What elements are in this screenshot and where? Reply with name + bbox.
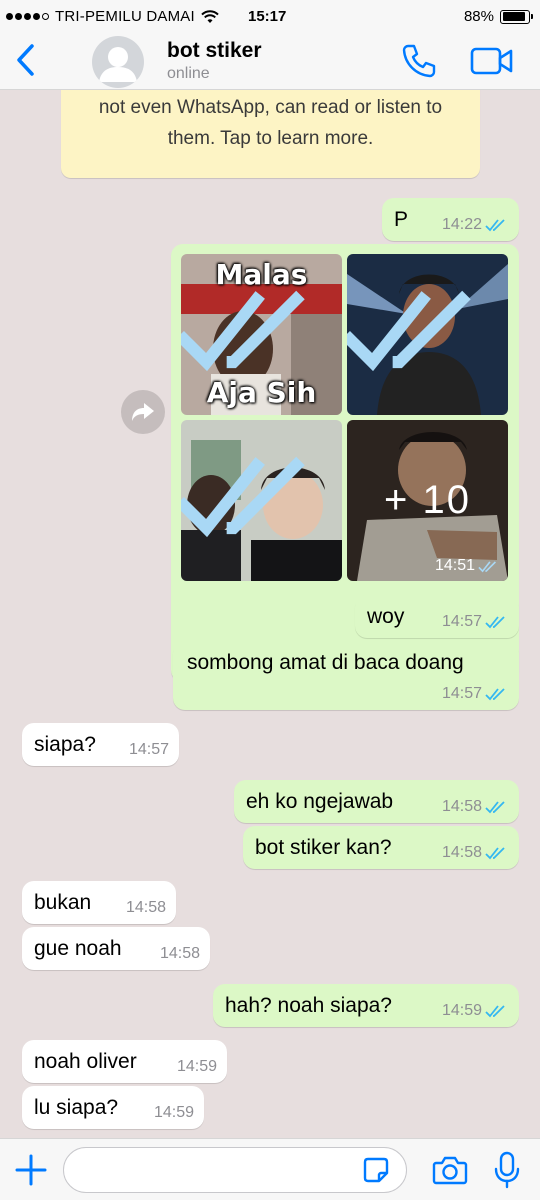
message-meta: 14:58 bbox=[126, 900, 166, 916]
signal-strength-icon bbox=[6, 13, 49, 20]
message-time: 14:57 bbox=[441, 685, 482, 702]
message-meta: 14:59 bbox=[177, 1059, 217, 1075]
battery-icon bbox=[500, 9, 533, 24]
message-text: bukan bbox=[34, 891, 92, 914]
double-check-icon bbox=[347, 290, 471, 372]
plus-icon[interactable] bbox=[14, 1153, 48, 1187]
default-avatar-icon bbox=[99, 47, 137, 82]
double-check-icon bbox=[181, 290, 305, 372]
camera-icon[interactable] bbox=[432, 1154, 468, 1186]
encryption-line-2: them. Tap to learn more. bbox=[167, 128, 374, 149]
album-meta: 14:51 bbox=[435, 557, 500, 575]
message-text: lu siapa? bbox=[34, 1096, 119, 1119]
chat-header: bot stiker online bbox=[0, 34, 540, 90]
message-meta: 14:22 bbox=[442, 217, 509, 233]
message-text: eh ko ngejawab bbox=[246, 790, 394, 813]
battery-level-fill bbox=[502, 12, 525, 21]
phone-icon[interactable] bbox=[400, 42, 438, 80]
message-time: 14:59 bbox=[153, 1104, 194, 1121]
sticker-tile[interactable]: + 10 14:51 bbox=[347, 420, 508, 581]
status-bar-right: 88% bbox=[463, 8, 533, 25]
contact-name[interactable]: bot stiker bbox=[167, 39, 262, 63]
message-time: 14:22 bbox=[441, 216, 482, 233]
double-check-icon bbox=[485, 688, 505, 701]
chevron-left-icon[interactable] bbox=[12, 42, 40, 78]
message-text: bot stiker kan? bbox=[255, 836, 392, 859]
message-meta: 14:58 bbox=[160, 946, 200, 962]
status-time: 15:17 bbox=[248, 8, 287, 25]
message-bubble[interactable]: siapa? 14:57 bbox=[22, 723, 179, 766]
carrier-name: TRI-PEMILU DAMAI bbox=[55, 8, 195, 25]
sticker-tile[interactable] bbox=[181, 420, 342, 581]
message-text: P bbox=[394, 208, 409, 231]
message-text: woy bbox=[367, 605, 405, 628]
message-meta: 14:58 bbox=[442, 845, 509, 861]
forward-arrow-icon bbox=[132, 403, 154, 421]
encryption-notice[interactable]: not even WhatsApp, can read or listen to… bbox=[61, 90, 480, 178]
message-time: 14:58 bbox=[125, 899, 166, 916]
double-check-icon bbox=[485, 801, 505, 814]
message-meta: 14:57 bbox=[442, 614, 509, 630]
message-bubble[interactable]: sombong amat di baca doang 14:57 bbox=[173, 641, 519, 710]
avatar[interactable] bbox=[92, 36, 144, 88]
video-camera-icon[interactable] bbox=[470, 46, 514, 76]
message-time: 14:58 bbox=[441, 798, 482, 815]
status-bar: TRI-PEMILU DAMAI 15:17 88% bbox=[0, 0, 540, 34]
message-input-bar bbox=[0, 1138, 540, 1200]
message-bubble[interactable]: hah? noah siapa? 14:59 bbox=[213, 984, 519, 1027]
message-text: gue noah bbox=[34, 937, 122, 960]
message-meta: 14:57 bbox=[129, 742, 169, 758]
double-check-icon bbox=[485, 219, 505, 232]
double-check-icon bbox=[485, 1005, 505, 1018]
message-text: noah oliver bbox=[34, 1050, 137, 1073]
message-bubble[interactable]: eh ko ngejawab 14:58 bbox=[234, 780, 519, 823]
album-time: 14:51 bbox=[434, 557, 475, 574]
message-bubble[interactable]: woy 14:57 bbox=[355, 595, 519, 638]
status-bar-left: TRI-PEMILU DAMAI bbox=[6, 8, 219, 25]
message-bubble[interactable]: P 14:22 bbox=[382, 198, 519, 241]
message-meta: 14:59 bbox=[154, 1105, 194, 1121]
double-check-icon bbox=[485, 847, 505, 860]
message-bubble[interactable]: noah oliver 14:59 bbox=[22, 1040, 227, 1083]
sticker-tile[interactable]: Malas Aja Sih bbox=[181, 254, 342, 415]
message-text: sombong amat di baca doang bbox=[187, 651, 464, 674]
message-time: 14:57 bbox=[128, 741, 169, 758]
double-check-icon bbox=[181, 456, 305, 538]
message-meta: 14:58 bbox=[442, 799, 509, 815]
contact-status: online bbox=[167, 65, 210, 82]
message-bubble[interactable]: gue noah 14:58 bbox=[22, 927, 210, 970]
forward-button[interactable] bbox=[121, 390, 165, 434]
battery-percent: 88% bbox=[463, 8, 494, 25]
message-text: siapa? bbox=[34, 733, 96, 756]
sticker-icon[interactable] bbox=[362, 1156, 390, 1184]
message-time: 14:58 bbox=[159, 945, 200, 962]
message-time: 14:57 bbox=[441, 613, 482, 630]
message-bubble[interactable]: bukan 14:58 bbox=[22, 881, 176, 924]
message-input[interactable] bbox=[63, 1147, 407, 1193]
double-check-icon bbox=[478, 560, 497, 572]
message-bubble[interactable]: bot stiker kan? 14:58 bbox=[243, 826, 519, 869]
message-time: 14:58 bbox=[441, 844, 482, 861]
chat-area[interactable]: not even WhatsApp, can read or listen to… bbox=[0, 90, 540, 1138]
message-meta: 14:57 bbox=[442, 686, 509, 702]
message-time: 14:59 bbox=[176, 1058, 217, 1075]
message-meta: 14:59 bbox=[442, 1003, 509, 1019]
message-text: hah? noah siapa? bbox=[225, 994, 392, 1017]
message-time: 14:59 bbox=[441, 1002, 482, 1019]
message-bubble[interactable]: lu siapa? 14:59 bbox=[22, 1086, 204, 1129]
wifi-icon bbox=[201, 9, 219, 23]
double-check-icon bbox=[485, 616, 505, 629]
sticker-tile[interactable] bbox=[347, 254, 508, 415]
microphone-icon[interactable] bbox=[494, 1151, 520, 1189]
encryption-line-1: not even WhatsApp, can read or listen to bbox=[98, 97, 443, 118]
